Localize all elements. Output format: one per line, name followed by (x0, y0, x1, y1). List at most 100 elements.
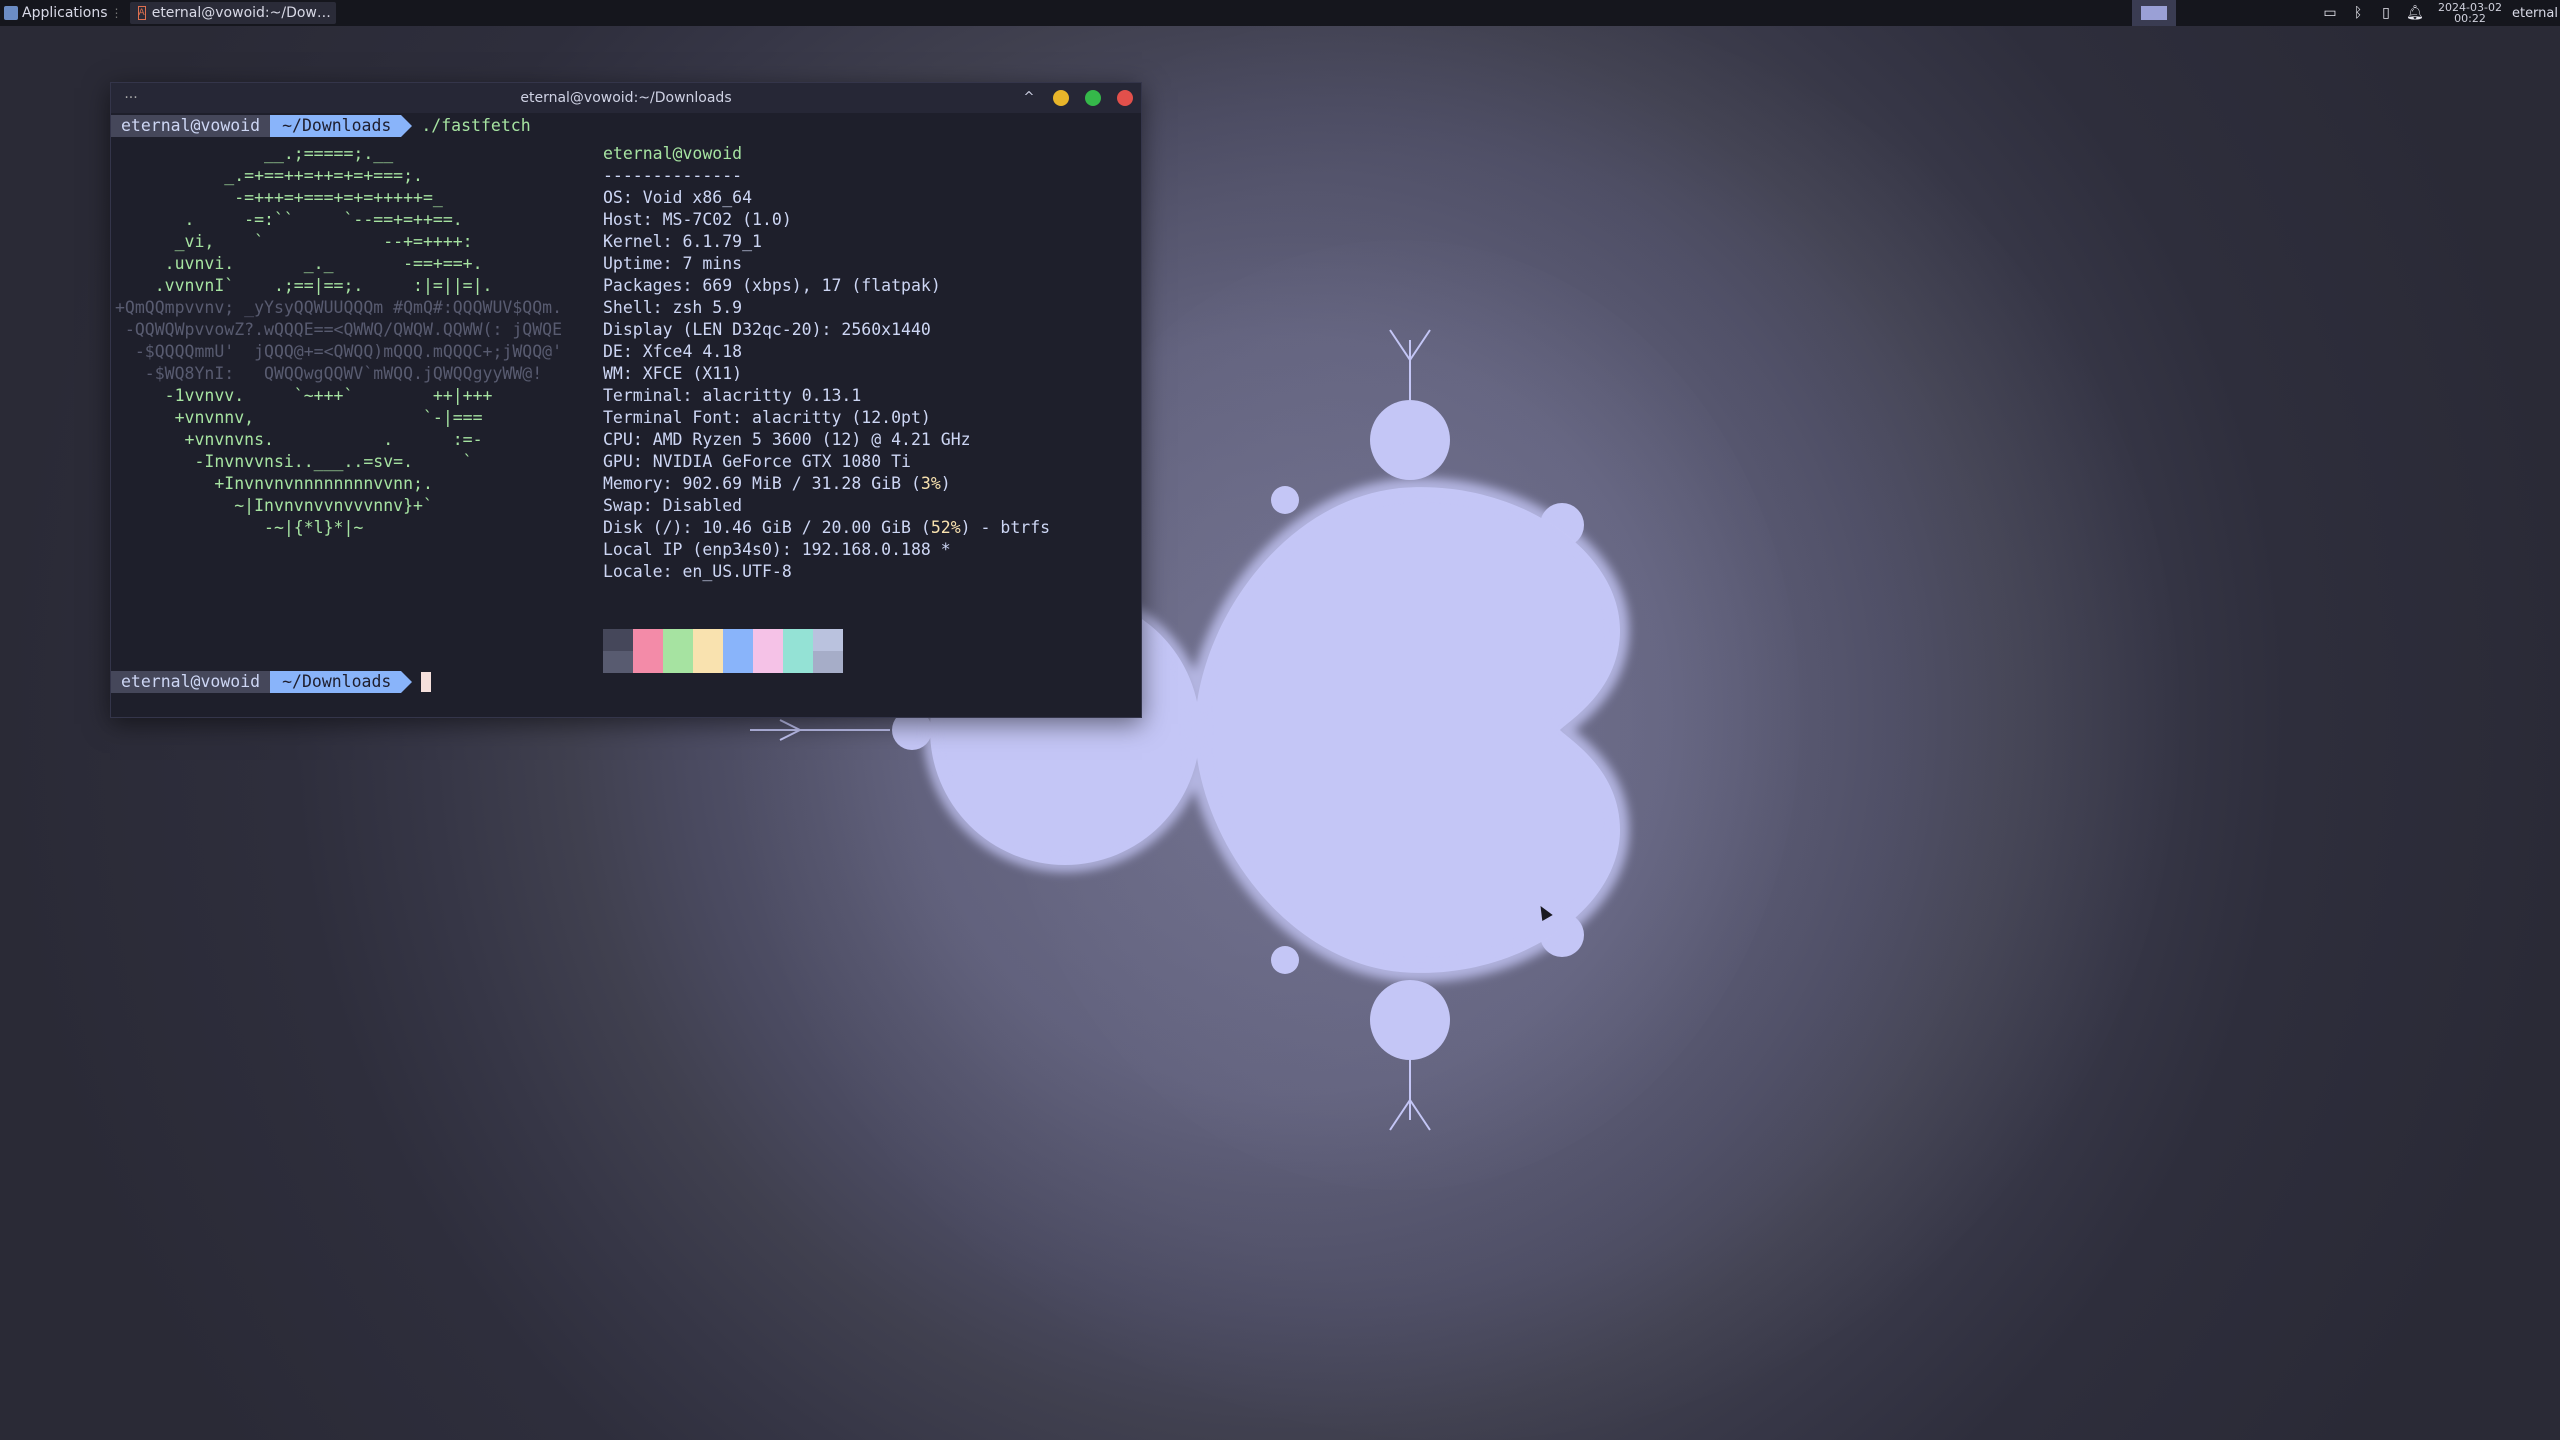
info-key: Local IP (enp34s0) (603, 540, 782, 559)
top-panel: Applications ⋮ A eternal@vowoid:~/Dow… ▭… (0, 0, 2560, 26)
info-key: DE (603, 342, 623, 361)
applications-menu[interactable]: Applications ⋮ (0, 0, 130, 26)
shade-button[interactable]: ^ (1021, 90, 1037, 106)
palette-swatch (663, 651, 693, 673)
maximize-button[interactable] (1085, 90, 1101, 106)
palette-swatch (723, 629, 753, 651)
info-line: Local IP (enp34s0): 192.168.0.188 * (603, 540, 951, 559)
info-value: alacritty 0.13.1 (702, 386, 862, 405)
palette-swatch (813, 651, 843, 673)
palette-swatch (783, 629, 813, 651)
text-cursor (421, 672, 432, 692)
info-key: Terminal Font (603, 408, 733, 427)
ascii-line: . -=:`` `--==+=++==. (115, 210, 463, 229)
info-tail: ) (940, 474, 951, 493)
info-line: Memory: 902.69 MiB / 31.28 GiB (3%) (603, 474, 951, 493)
prompt-dir-2: ~/Downloads (270, 671, 413, 693)
ascii-line: ~|Invnvnvvnvvvnnv}+` (115, 496, 433, 515)
window-titlebar[interactable]: ··· eternal@vowoid:~/Downloads ^ (111, 83, 1141, 113)
ascii-line: +Invnvnvnnnnnnnnvvnn;. (115, 474, 433, 493)
info-value: 669 (xbps), 17 (flatpak) (702, 276, 941, 295)
prompt-user: eternal@vowoid (111, 115, 271, 137)
info-value: en_US.UTF-8 (682, 562, 792, 581)
clock-time: 00:22 (2454, 12, 2486, 25)
prompt-line-2: eternal@vowoid ~/Downloads (111, 671, 432, 693)
info-value: 6.1.79_1 (682, 232, 762, 251)
palette-swatch (633, 629, 663, 651)
ascii-line: .vvnvnI` .;==|==;. :|=||=|. (115, 276, 493, 295)
window-menu-button[interactable]: ··· (111, 90, 151, 106)
info-key: Memory (603, 474, 663, 493)
info-line: Kernel: 6.1.79_1 (603, 232, 762, 251)
info-value: 7 mins (682, 254, 743, 273)
minimize-button[interactable] (1053, 90, 1069, 106)
info-key: Uptime (603, 254, 663, 273)
info-value: zsh 5.9 (672, 298, 743, 317)
info-line: Disk (/): 10.46 GiB / 20.00 GiB (52%) - … (603, 518, 1051, 537)
info-key: Swap (603, 496, 643, 515)
terminal-window[interactable]: ··· eternal@vowoid:~/Downloads ^ eternal… (110, 82, 1142, 718)
info-key: Display (LEN D32qc-20) (603, 320, 822, 339)
palette-swatch (633, 651, 663, 673)
info-key: OS (603, 188, 623, 207)
palette-swatch (783, 651, 813, 673)
palette-swatch (813, 629, 843, 651)
applications-label: Applications (22, 5, 108, 21)
info-line: Locale: en_US.UTF-8 (603, 562, 792, 581)
desktop: Applications ⋮ A eternal@vowoid:~/Dow… ▭… (0, 0, 2560, 1440)
workspace-1[interactable] (2141, 6, 2168, 20)
ascii-line: _.=+==++=++=+=+===;. (115, 166, 423, 185)
info-value: Xfce4 4.18 (642, 342, 743, 361)
info-separator: -------------- (603, 166, 743, 185)
window-title: eternal@vowoid:~/Downloads (520, 90, 732, 106)
info-value: Disabled (662, 496, 743, 515)
terminal-icon: A (137, 6, 146, 20)
window-icon[interactable]: ▭ (2322, 5, 2338, 21)
window-controls: ^ (1005, 90, 1133, 106)
info-line: Terminal: alacritty 0.13.1 (603, 386, 862, 405)
palette-swatch (693, 629, 723, 651)
info-tail: ) - btrfs (960, 518, 1051, 537)
workspace-switcher[interactable] (2132, 0, 2177, 26)
info-key: Kernel (603, 232, 663, 251)
info-key: CPU (603, 430, 633, 449)
battery-icon[interactable]: ▯ (2378, 5, 2394, 21)
taskbar-terminal-button[interactable]: A eternal@vowoid:~/Dow… (129, 2, 336, 24)
info-key: Shell (603, 298, 653, 317)
info-value: 192.168.0.188 * (801, 540, 951, 559)
applications-icon (4, 6, 18, 20)
info-line: GPU: NVIDIA GeForce GTX 1080 Ti (603, 452, 911, 471)
clock[interactable]: 2024-03-02 00:22 (2438, 2, 2502, 24)
info-value: AMD Ryzen 5 3600 (12) @ 4.21 GHz (652, 430, 971, 449)
palette-swatch (663, 629, 693, 651)
info-title: eternal@vowoid (603, 144, 743, 163)
prompt-line-1: eternal@vowoid ~/Downloads ./fastfetch (111, 115, 531, 137)
taskbar-terminal-label: eternal@vowoid:~/Dow… (151, 5, 331, 21)
ascii-line: -QQWQWpvvowZ?.wQQQE==<QWWQ/QWQW.QQWW(: j… (115, 320, 563, 339)
bell-icon[interactable]: 🔔︎ (2406, 5, 2424, 21)
ascii-line: +vnvnvns. . :=- (115, 430, 483, 449)
info-percent: 3% (920, 474, 941, 493)
user-menu[interactable]: eternal (2512, 6, 2558, 21)
ascii-line: -$WQ8YnI: QWQQwgQQWV`mWQQ.jQWQQgyyWW@! (115, 364, 543, 383)
info-value: XFCE (X11) (642, 364, 743, 383)
info-line: Swap: Disabled (603, 496, 743, 515)
ascii-line: -=+++=+===+=+=+++++=_ (115, 188, 443, 207)
prompt-dir: ~/Downloads (270, 115, 413, 137)
info-key: Locale (603, 562, 663, 581)
info-line: Packages: 669 (xbps), 17 (flatpak) (603, 276, 941, 295)
color-palette (603, 629, 843, 673)
info-line: WM: XFCE (X11) (603, 364, 743, 383)
close-button[interactable] (1117, 90, 1133, 106)
system-info: eternal@vowoid -------------- OS: Void x… (603, 143, 1050, 583)
info-key: Host (603, 210, 643, 229)
info-value: MS-7C02 (1.0) (662, 210, 792, 229)
info-key: Terminal (603, 386, 683, 405)
info-key: GPU (603, 452, 633, 471)
info-key: Disk (/) (603, 518, 683, 537)
bluetooth-icon[interactable]: ᛒ (2350, 5, 2366, 21)
info-line: Shell: zsh 5.9 (603, 298, 743, 317)
ascii-line: .uvnvi. _._ -==+==+. (115, 254, 483, 273)
palette-swatch (603, 629, 633, 651)
info-line: OS: Void x86_64 (603, 188, 753, 207)
